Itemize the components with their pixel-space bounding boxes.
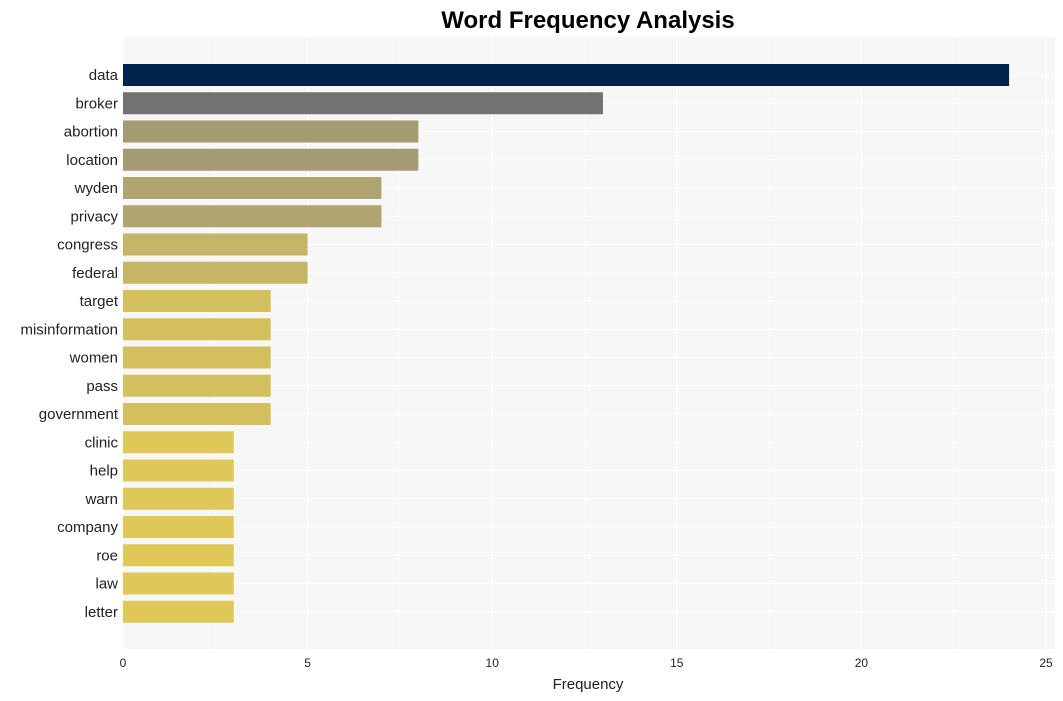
y-tick-label: law	[95, 576, 118, 593]
y-tick-label: federal	[72, 265, 118, 282]
y-tick-label: pass	[86, 378, 118, 395]
chart: Word Frequency Analysis data broker aborti…	[20, 7, 1055, 693]
bar-federal	[123, 261, 308, 284]
y-tick-label: broker	[75, 95, 118, 112]
x-tick-label: 10	[486, 656, 500, 670]
bar-abortion	[123, 120, 419, 143]
bar-misinformation	[123, 318, 271, 341]
y-tick-label: government	[39, 406, 119, 423]
bar-law	[123, 572, 234, 595]
y-tick-label: data	[89, 67, 119, 84]
bar-broker	[123, 92, 603, 115]
bar-company	[123, 516, 234, 538]
chart-title: Word Frequency Analysis	[441, 7, 734, 34]
bar-clinic	[123, 431, 234, 454]
bar-target	[123, 290, 271, 312]
y-tick-label: location	[66, 152, 118, 169]
y-tick-label: congress	[57, 237, 118, 254]
y-tick-label: company	[57, 519, 118, 536]
y-tick-label: women	[69, 350, 118, 367]
bar-women	[123, 346, 271, 369]
bar-pass	[123, 374, 271, 397]
x-tick-label: 25	[1039, 656, 1053, 670]
bar-data	[123, 64, 1010, 86]
bar-letter	[123, 600, 234, 623]
y-tick-label: warn	[84, 491, 118, 508]
y-tick-label: abortion	[64, 124, 118, 141]
x-axis-label: Frequency	[553, 676, 624, 693]
y-tick-label: letter	[85, 604, 118, 621]
x-tick-label: 15	[670, 656, 684, 670]
bar-warn	[123, 487, 234, 510]
bar-roe	[123, 544, 234, 567]
bar-congress	[123, 233, 308, 256]
y-tick-label: clinic	[85, 434, 119, 451]
y-tick-label: roe	[96, 547, 118, 564]
y-tick-label: misinformation	[20, 321, 118, 338]
x-tick-label: 20	[855, 656, 869, 670]
bar-help	[123, 459, 234, 482]
x-tick-label: 5	[304, 656, 311, 670]
bar-government	[123, 403, 271, 425]
bar-privacy	[123, 205, 382, 228]
bar-location	[123, 148, 419, 171]
bar-wyden	[123, 177, 382, 199]
y-tick-label: target	[80, 293, 119, 310]
y-axis-labels: data broker abortion location wyden privacy co…	[20, 67, 118, 621]
y-tick-label: privacy	[70, 208, 118, 225]
y-tick-label: wyden	[74, 180, 118, 197]
x-axis-ticks: 0 5 10 15 20 25	[120, 656, 1053, 670]
x-tick-label: 0	[120, 656, 127, 670]
y-tick-label: help	[90, 463, 118, 480]
